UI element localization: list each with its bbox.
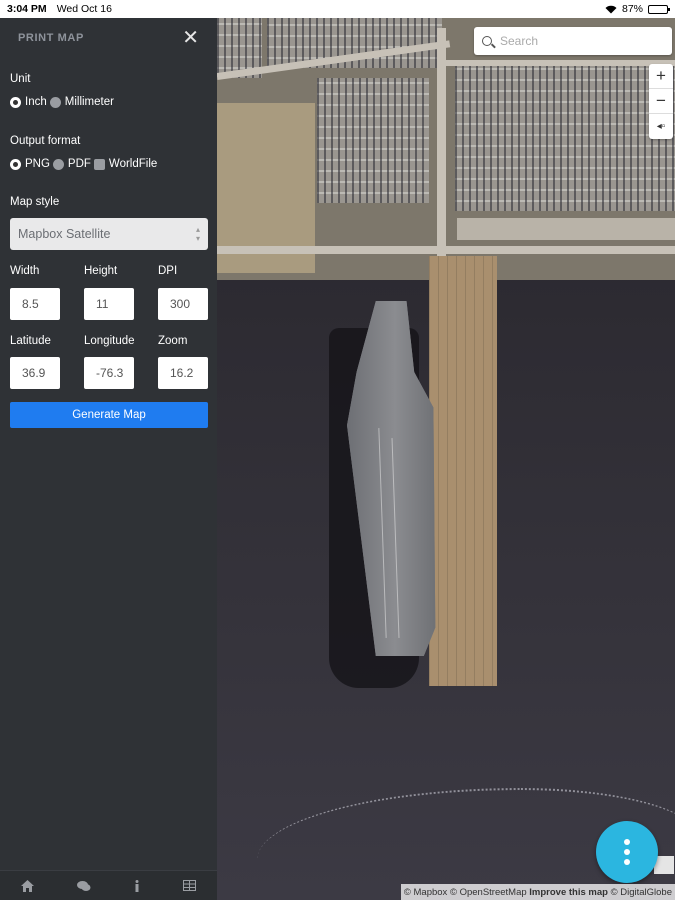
status-date: Wed Oct 16 bbox=[56, 3, 112, 15]
map-road bbox=[457, 218, 675, 240]
map-parking-lot bbox=[455, 66, 675, 211]
zoom-out-button[interactable]: − bbox=[649, 89, 673, 114]
worldfile-label[interactable]: WorldFile bbox=[109, 158, 157, 170]
dpi-field[interactable]: 300 bbox=[158, 288, 208, 320]
more-options-button[interactable] bbox=[596, 821, 658, 883]
more-dots-icon bbox=[624, 849, 630, 855]
status-time: 3:04 PM bbox=[7, 3, 47, 15]
latitude-label: Latitude bbox=[10, 335, 51, 347]
radio-png-label[interactable]: PNG bbox=[25, 158, 50, 170]
unit-options: Inch Millimeter bbox=[10, 96, 117, 108]
radio-inch-label[interactable]: Inch bbox=[25, 96, 47, 108]
radio-pdf-label[interactable]: PDF bbox=[68, 158, 91, 170]
status-right: 87% bbox=[605, 3, 670, 15]
attribution-digitalglobe[interactable]: © DigitalGlobe bbox=[611, 887, 672, 898]
chat-icon[interactable] bbox=[77, 880, 91, 892]
map-style-label: Map style bbox=[10, 196, 60, 208]
battery-icon bbox=[648, 4, 670, 14]
map-parking-lot bbox=[317, 78, 429, 203]
map-style-value: Mapbox Satellite bbox=[18, 227, 111, 241]
search-input[interactable] bbox=[500, 34, 660, 48]
zoom-control: + − ◂▫ bbox=[649, 64, 673, 139]
satellite-map[interactable]: + − ◂▫ © Mapbox © OpenStreetMap Improve … bbox=[217, 18, 675, 900]
height-label: Height bbox=[84, 265, 118, 277]
table-icon[interactable] bbox=[182, 880, 196, 891]
search-icon bbox=[482, 36, 492, 46]
wifi-icon bbox=[605, 5, 617, 13]
attribution-mapbox[interactable]: © Mapbox bbox=[404, 887, 447, 898]
width-field[interactable]: 8.5 bbox=[10, 288, 60, 320]
radio-pdf[interactable] bbox=[52, 158, 64, 170]
width-label: Width bbox=[10, 265, 40, 277]
info-icon[interactable] bbox=[134, 879, 140, 892]
radio-png[interactable] bbox=[10, 158, 21, 170]
panel-header: PRINT MAP ✕ bbox=[0, 18, 217, 58]
chevron-updown-icon: ▴ ▾ bbox=[195, 225, 200, 243]
radio-millimeter[interactable] bbox=[49, 96, 61, 108]
close-icon[interactable]: ✕ bbox=[182, 28, 199, 48]
map-style-select[interactable]: Mapbox Satellite ▴ ▾ bbox=[10, 218, 208, 250]
zoom-field[interactable]: 16.2 bbox=[158, 357, 208, 389]
battery-percent: 87% bbox=[621, 3, 643, 15]
map-attribution: © Mapbox © OpenStreetMap Improve this ma… bbox=[400, 884, 675, 900]
map-road bbox=[217, 246, 675, 254]
more-dots-icon bbox=[624, 839, 630, 845]
radio-millimeter-label[interactable]: Millimeter bbox=[65, 96, 114, 108]
print-map-panel: PRINT MAP ✕ Unit Inch Millimeter Output … bbox=[0, 18, 217, 900]
worldfile-checkbox[interactable] bbox=[93, 158, 105, 170]
attribution-osm[interactable]: © OpenStreetMap bbox=[450, 887, 527, 898]
dpi-label: DPI bbox=[158, 265, 178, 277]
panel-bottom-bar bbox=[0, 870, 217, 900]
zoom-label: Zoom bbox=[158, 335, 188, 347]
status-bar: 3:04 PM Wed Oct 16 87% bbox=[0, 0, 675, 18]
unit-label: Unit bbox=[10, 73, 31, 85]
longitude-field[interactable]: -76.3 bbox=[84, 357, 134, 389]
radio-inch[interactable] bbox=[10, 96, 21, 108]
output-format-label: Output format bbox=[10, 135, 81, 147]
generate-map-button[interactable]: Generate Map bbox=[10, 402, 208, 428]
panel-title: PRINT MAP bbox=[18, 32, 84, 44]
more-dots-icon bbox=[624, 859, 630, 865]
longitude-label: Longitude bbox=[84, 335, 135, 347]
height-field[interactable]: 11 bbox=[84, 288, 134, 320]
compass-button[interactable]: ◂▫ bbox=[649, 114, 673, 139]
map-road bbox=[442, 60, 675, 66]
attribution-improve[interactable]: Improve this map bbox=[529, 887, 608, 898]
search-box[interactable] bbox=[474, 27, 672, 55]
format-options: PNG PDF WorldFile bbox=[10, 158, 160, 170]
latitude-field[interactable]: 36.9 bbox=[10, 357, 60, 389]
map-pier bbox=[429, 256, 497, 686]
zoom-in-button[interactable]: + bbox=[649, 64, 673, 89]
home-icon[interactable] bbox=[21, 879, 35, 892]
